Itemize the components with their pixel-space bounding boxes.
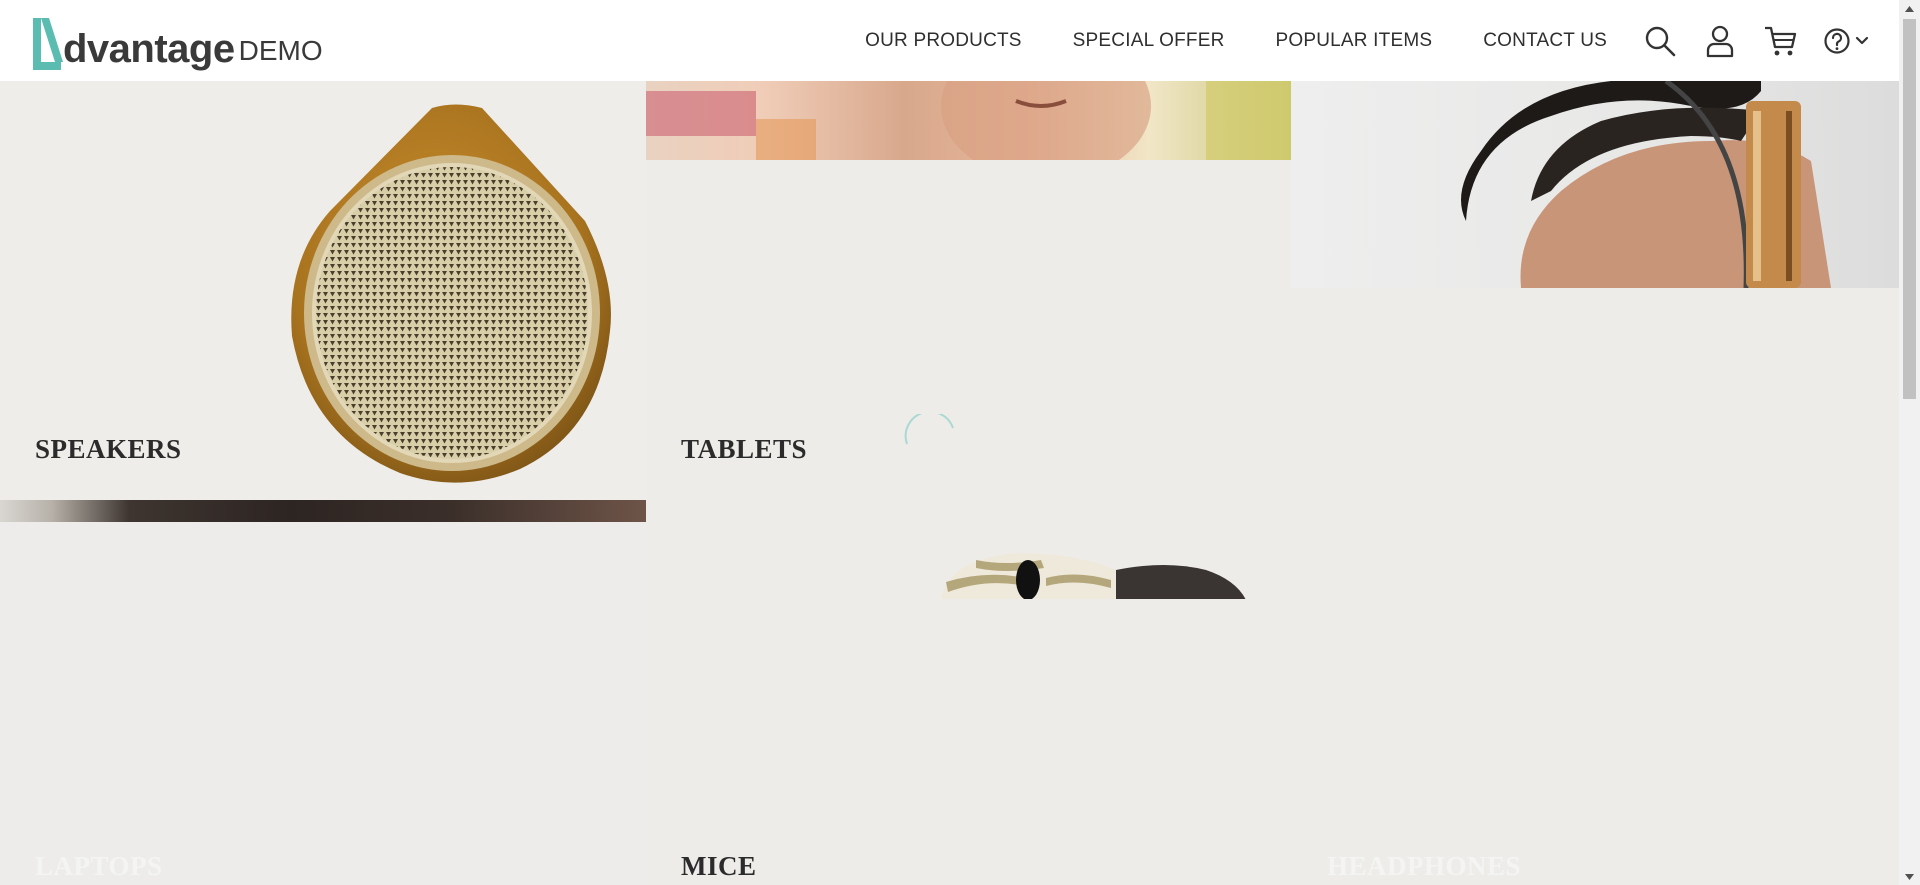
category-label-tablets[interactable]: TABLETS (681, 434, 807, 465)
logo-word: dvantage (63, 27, 235, 71)
vertical-scrollbar[interactable] (1899, 0, 1920, 885)
headphones-photo (1291, 81, 1899, 288)
mice-image (941, 553, 1246, 599)
nav-special-offer[interactable]: SPECIAL OFFER (1073, 30, 1225, 52)
loading-spinner (904, 414, 954, 445)
scrollbar-thumb[interactable] (1903, 19, 1916, 399)
help-icon[interactable] (1823, 27, 1851, 55)
nav-our-products[interactable]: OUR PRODUCTS (865, 30, 1022, 52)
category-tile-tablets[interactable]: TABLETS (646, 81, 1291, 500)
logo-a-mark (33, 18, 63, 70)
category-label-mice[interactable]: MICE (681, 851, 757, 882)
advantage-logo[interactable]: dvantage DEMO (29, 12, 323, 72)
nav-contact-us[interactable]: CONTACT US (1483, 30, 1607, 52)
category-tile-mice[interactable]: MICE (646, 500, 1291, 885)
user-icon[interactable] (1703, 24, 1737, 58)
page: dvantage DEMO OUR PRODUCTS SPECIAL OFFER… (0, 0, 1920, 885)
chevron-down-icon[interactable] (1854, 33, 1870, 49)
tablet-image (646, 81, 1291, 160)
laptop-image (0, 500, 646, 522)
nav-popular-items[interactable]: POPULAR ITEMS (1276, 30, 1433, 52)
category-tile-laptops[interactable]: LAPTOPS (0, 500, 646, 885)
category-label-speakers[interactable]: SPEAKERS (35, 434, 182, 465)
help-menu[interactable] (1823, 27, 1870, 55)
category-tile-speakers[interactable]: SPEAKERS (0, 81, 646, 500)
category-label-headphones[interactable]: HEADPHONES (1327, 851, 1521, 882)
category-tile-headphones[interactable]: HEADPHONES (1291, 500, 1899, 885)
top-navigation-bar: dvantage DEMO OUR PRODUCTS SPECIAL OFFER… (0, 0, 1899, 81)
logo-demo-suffix: DEMO (238, 35, 323, 66)
scroll-down-arrow-icon[interactable] (1899, 868, 1920, 885)
headphones-image-tile[interactable] (1291, 81, 1899, 500)
cart-icon[interactable] (1763, 24, 1797, 58)
category-label-laptops[interactable]: LAPTOPS (35, 851, 163, 882)
search-icon[interactable] (1643, 24, 1677, 58)
scroll-up-arrow-icon[interactable] (1899, 0, 1920, 17)
main-menu: OUR PRODUCTS SPECIAL OFFER POPULAR ITEMS… (865, 0, 1899, 81)
